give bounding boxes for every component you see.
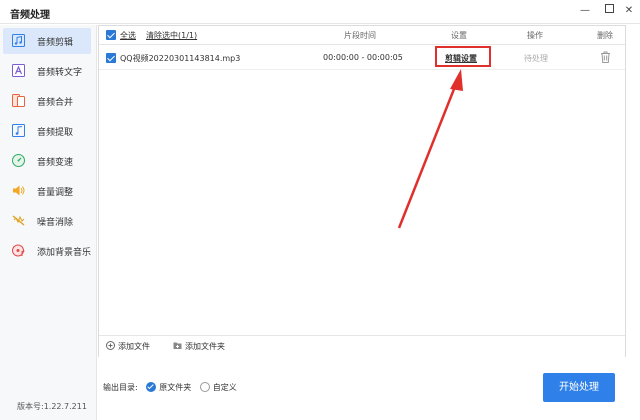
radio-custom[interactable] (199, 382, 210, 392)
column-operation: 操作 (527, 31, 543, 40)
sidebar-item-label: 添加背景音乐 (37, 248, 92, 258)
music-disc-icon (12, 244, 25, 257)
sidebar-item-label: 音频变速 (37, 158, 74, 168)
status-text: 待处理 (524, 54, 548, 63)
sidebar-item-audio-to-text[interactable]: 音频转文字 (3, 58, 91, 84)
folder-plus-icon (173, 342, 182, 349)
clip-time-range: 00:00:00 - 00:00:05 (323, 53, 403, 62)
column-clip-time: 片段时间 (344, 31, 376, 40)
original-folder-label: 原文件夹 (159, 383, 192, 392)
close-icon[interactable]: ✕ (621, 3, 637, 19)
sidebar-item-label: 音频剪辑 (37, 38, 74, 48)
add-file-button[interactable]: 添加文件 (106, 341, 150, 352)
minimize-icon[interactable]: — (577, 3, 593, 19)
clear-selected-link[interactable]: 清除选中(1/1) (146, 30, 197, 41)
sidebar-item-label: 音频转文字 (37, 68, 83, 78)
sidebar-item-noise-removal[interactable]: 噪音消除 (3, 208, 91, 234)
sidebar-item-audio-cut[interactable]: 音频剪辑 (3, 28, 91, 54)
row-checkbox[interactable] (106, 53, 116, 63)
radio-original-folder[interactable] (146, 382, 157, 392)
volume-icon (13, 185, 25, 196)
list-toolbar: 添加文件 添加文件夹 (99, 335, 625, 357)
sidebar-item-label: 噪音消除 (37, 218, 74, 228)
sidebar-item-label: 音量调整 (37, 188, 74, 198)
output-directory: 输出目录: 原文件夹 自定义 (103, 382, 237, 393)
sidebar-item-label: 音频合并 (37, 98, 74, 108)
maximize-icon[interactable] (601, 3, 617, 19)
select-all-link[interactable]: 全选 (120, 30, 136, 41)
column-settings: 设置 (451, 31, 467, 40)
speed-gauge-icon (12, 154, 25, 167)
column-delete: 删除 (597, 31, 613, 40)
sidebar-item-audio-speed[interactable]: 音频变速 (3, 148, 91, 174)
start-processing-button[interactable]: 开始处理 (543, 373, 615, 402)
sidebar-item-add-bgm[interactable]: 添加背景音乐 (3, 238, 91, 264)
trash-icon[interactable] (600, 51, 611, 63)
window-title: 音频处理 (10, 10, 50, 21)
annotation-highlight-box (435, 46, 491, 67)
custom-label: 自定义 (212, 383, 237, 392)
plus-circle-icon (106, 341, 115, 350)
sidebar-item-label: 音频提取 (37, 128, 74, 138)
add-folder-label: 添加文件夹 (185, 342, 225, 351)
sidebar: 音频剪辑 音频转文字 音频合并 音频提取 音频变速 音量调整 噪音消除 添加背景… (0, 25, 97, 420)
sidebar-item-audio-merge[interactable]: 音频合并 (3, 88, 91, 114)
sidebar-item-audio-extract[interactable]: 音频提取 (3, 118, 91, 144)
output-label: 输出目录: (103, 383, 138, 392)
noise-cancel-icon (12, 215, 25, 226)
table-header: 全选 清除选中(1/1) 片段时间 设置 操作 删除 (99, 26, 625, 45)
merge-icon (12, 94, 25, 107)
file-list-panel: 全选 清除选中(1/1) 片段时间 设置 操作 删除 QQ视频202203011… (98, 25, 626, 357)
title-bar: 音频处理 — ✕ (0, 0, 640, 24)
text-a-icon (12, 64, 25, 77)
scissors-music-icon (12, 34, 25, 47)
version-label: 版本号:1.22.7.211 (17, 402, 87, 411)
add-folder-button[interactable]: 添加文件夹 (173, 341, 225, 352)
sidebar-item-volume-adjust[interactable]: 音量调整 (3, 178, 91, 204)
file-name: QQ视频20220301143814.mp3 (120, 54, 241, 63)
select-all-checkbox[interactable] (106, 30, 116, 40)
table-row[interactable]: QQ视频20220301143814.mp3 00:00:00 - 00:00:… (99, 46, 625, 70)
add-file-label: 添加文件 (118, 342, 150, 351)
extract-music-icon (12, 124, 25, 137)
